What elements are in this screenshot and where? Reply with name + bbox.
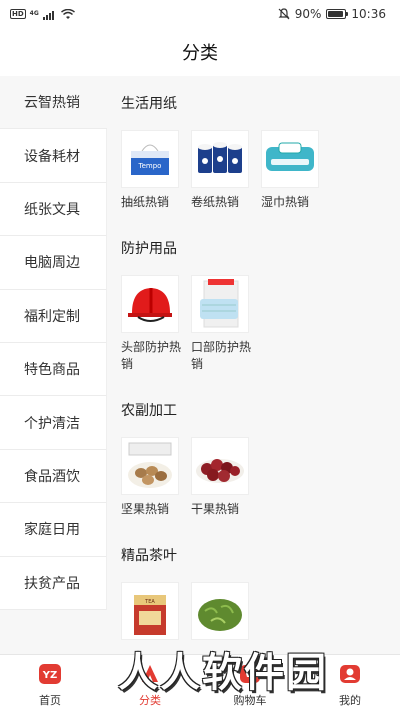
- battery-icon: [326, 9, 349, 19]
- section-grid: 坚果热销 干果热销: [121, 437, 400, 518]
- tab-category[interactable]: 分类: [100, 655, 200, 711]
- sidebar-item[interactable]: 特色商品: [0, 342, 107, 397]
- status-left: HD 4G: [10, 8, 75, 20]
- subcategory-item[interactable]: 头部防护热销: [121, 275, 181, 373]
- hd-badge: HD: [10, 9, 26, 19]
- clock: 10:36: [351, 7, 386, 21]
- section-grid: TEA: [121, 582, 400, 646]
- subcategory-label: 坚果热销: [121, 502, 170, 516]
- subcategory-item[interactable]: [191, 582, 249, 646]
- sidebar-item[interactable]: 个护清洁: [0, 396, 107, 450]
- sidebar-item[interactable]: 扶贫产品: [0, 556, 107, 610]
- subcategory-item[interactable]: TEA: [121, 582, 179, 646]
- wifi-icon: [60, 8, 75, 19]
- dried-fruit-icon: [191, 437, 249, 495]
- tab-profile[interactable]: 我的: [300, 655, 400, 711]
- subcategory-item[interactable]: Tempo 抽纸热销: [121, 130, 179, 211]
- mute-bell-icon: [278, 8, 290, 20]
- svg-text:TEA: TEA: [144, 599, 155, 605]
- category-section: 生活用纸 Tempo 抽纸热销 卷纸热销 湿巾热销: [107, 76, 400, 211]
- tab-label: 购物车: [233, 694, 267, 707]
- subcategory-label: 口部防护热销: [191, 340, 252, 371]
- subcategory-label: 干果热销: [191, 502, 240, 516]
- category-sidebar: 云智热销 设备耗材 纸张文具 电脑周边 福利定制 特色商品 个护清洁 食品酒饮 家庭日用 扶贫产品: [0, 76, 107, 654]
- sidebar-item[interactable]: 食品酒饮: [0, 449, 107, 504]
- subcategory-item[interactable]: 口部防护热销: [191, 275, 251, 373]
- sidebar-item[interactable]: 云智热销: [0, 76, 107, 130]
- hard-hat-icon: [121, 275, 179, 333]
- subcategory-item[interactable]: 卷纸热销: [191, 130, 249, 211]
- category-icon: [138, 662, 162, 686]
- cart-icon: [238, 662, 262, 686]
- tab-label: 首页: [39, 694, 61, 707]
- tea-box-icon: TEA: [121, 582, 179, 640]
- wet-wipes-icon: [261, 130, 319, 188]
- subcategory-label: 湿巾热销: [261, 195, 310, 209]
- tab-home[interactable]: YZ 首页: [0, 655, 100, 711]
- sidebar-item[interactable]: 福利定制: [0, 289, 107, 343]
- sidebar-item[interactable]: 纸张文具: [0, 182, 107, 237]
- svg-text:Tempo: Tempo: [138, 162, 162, 170]
- subcategory-item[interactable]: 湿巾热销: [261, 130, 319, 211]
- home-logo-icon: YZ: [38, 662, 62, 686]
- subcategory-item[interactable]: 干果热销: [191, 437, 249, 518]
- tissue-box-icon: Tempo: [121, 130, 179, 188]
- signal-icon: [42, 10, 54, 20]
- section-title: 生活用纸: [121, 96, 177, 112]
- status-bar: HD 4G 90% 10:36: [0, 0, 400, 28]
- tab-label: 分类: [139, 694, 161, 707]
- category-content: 生活用纸 Tempo 抽纸热销 卷纸热销 湿巾热销防护用品头部防护热销 口部防护热销农副加…: [107, 76, 400, 654]
- sidebar-item[interactable]: 设备耗材: [0, 129, 107, 183]
- sidebar-item[interactable]: 家庭日用: [0, 503, 107, 557]
- profile-icon: [338, 662, 362, 686]
- section-title: 防护用品: [121, 241, 177, 257]
- section-grid: 头部防护热销 口部防护热销: [121, 275, 400, 373]
- battery-fill: [328, 11, 343, 17]
- bottom-tab-bar: YZ 首页 分类 购物车 我的: [0, 654, 400, 711]
- section-title: 精品茶叶: [121, 548, 177, 564]
- network-indicator: 4G: [29, 10, 39, 17]
- category-section: 精品茶叶 TEA: [107, 528, 400, 646]
- tab-label: 我的: [339, 694, 361, 707]
- tab-cart[interactable]: 购物车: [200, 655, 300, 711]
- green-tea-icon: [191, 582, 249, 640]
- svg-text:YZ: YZ: [42, 670, 58, 681]
- subcategory-label: 头部防护热销: [121, 340, 182, 371]
- battery-percent: 90%: [294, 7, 322, 21]
- subcategory-label: 抽纸热销: [121, 195, 170, 209]
- face-mask-icon: [191, 275, 249, 333]
- toilet-roll-icon: [191, 130, 249, 188]
- section-title: 农副加工: [121, 403, 177, 419]
- subcategory-item[interactable]: 坚果热销: [121, 437, 179, 518]
- status-right: 90% 10:36: [278, 7, 386, 21]
- category-section: 农副加工坚果热销 干果热销: [107, 383, 400, 518]
- nuts-icon: [121, 437, 179, 495]
- section-grid: Tempo 抽纸热销 卷纸热销 湿巾热销: [121, 130, 400, 211]
- subcategory-label: 卷纸热销: [191, 195, 240, 209]
- page-title: 分类: [182, 43, 218, 64]
- sidebar-item[interactable]: 电脑周边: [0, 236, 107, 290]
- category-section: 防护用品头部防护热销 口部防护热销: [107, 221, 400, 373]
